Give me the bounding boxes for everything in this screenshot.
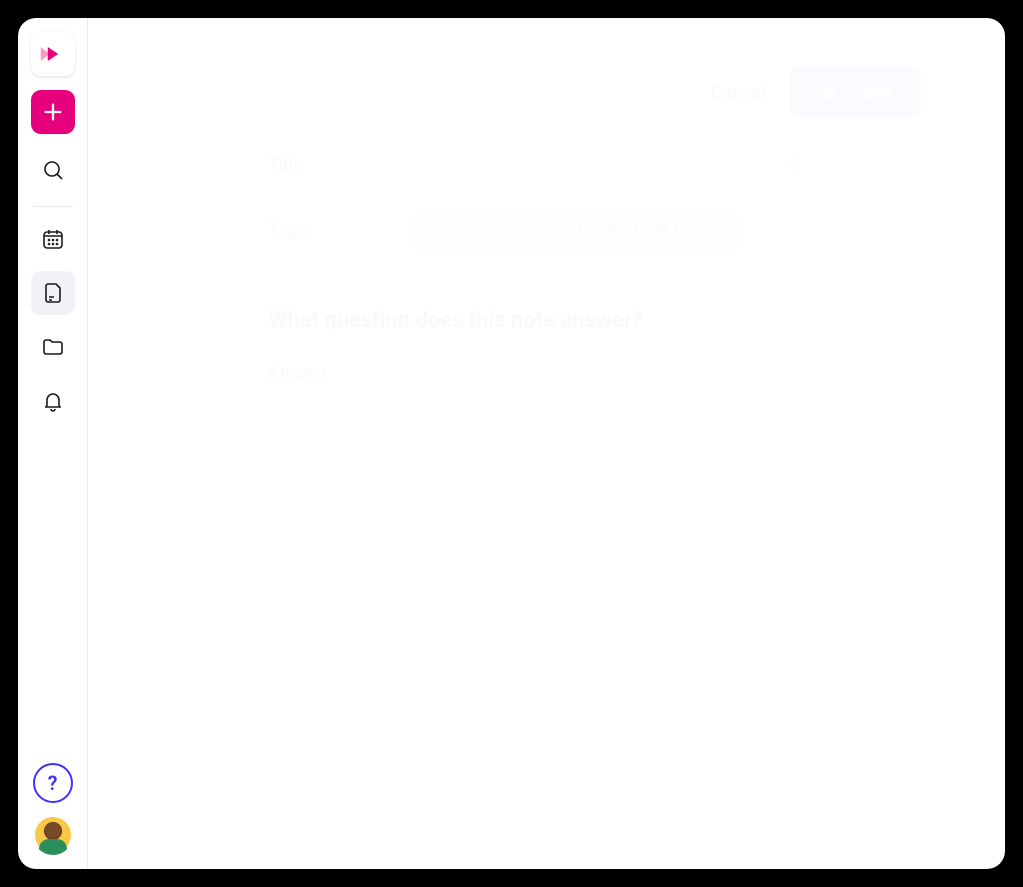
logo-icon bbox=[39, 43, 67, 65]
plus-icon bbox=[42, 101, 64, 123]
help-button[interactable]: ? bbox=[33, 763, 73, 803]
search-icon bbox=[41, 158, 65, 182]
title-row: Title # bbox=[268, 140, 945, 190]
help-label: ? bbox=[48, 771, 58, 795]
sidebar-divider bbox=[33, 206, 73, 207]
cancel-button[interactable]: Cancel bbox=[703, 76, 774, 109]
nav-calendar[interactable] bbox=[31, 217, 75, 261]
nav-notes[interactable] bbox=[31, 271, 75, 315]
app-logo[interactable] bbox=[31, 32, 75, 76]
user-avatar[interactable] bbox=[33, 815, 73, 855]
note-form: Title # Tags Crisis Communications Cheat… bbox=[268, 140, 945, 454]
tag-chip[interactable]: Crisis Communications Cheat Che × bbox=[414, 210, 740, 251]
question-title: What question does this note answer? bbox=[268, 308, 945, 333]
question-section: What question does this note answer? Ans… bbox=[268, 271, 945, 454]
calendar-icon bbox=[41, 227, 65, 251]
title-label: Title bbox=[268, 155, 398, 176]
main-content: Cancel Save Title # Tags Crisis Communic… bbox=[88, 18, 1005, 869]
nav-search[interactable] bbox=[31, 148, 75, 192]
app-frame: ? Cancel Save Title # Tags bbox=[18, 18, 1005, 869]
nav-notifications[interactable] bbox=[31, 379, 75, 423]
tag-text: Crisis Communications Cheat Che bbox=[430, 220, 705, 241]
new-button[interactable] bbox=[31, 90, 75, 134]
header-actions: Cancel Save bbox=[703, 66, 921, 118]
nav-folder[interactable] bbox=[31, 325, 75, 369]
bell-icon bbox=[41, 389, 65, 413]
save-button[interactable]: Save bbox=[790, 66, 921, 118]
hash-button[interactable]: # bbox=[770, 140, 820, 190]
save-icon bbox=[818, 81, 840, 103]
folder-icon bbox=[41, 335, 65, 359]
answer-input[interactable] bbox=[268, 394, 945, 454]
title-input[interactable] bbox=[414, 140, 754, 190]
save-label: Save bbox=[850, 80, 893, 104]
note-icon bbox=[41, 281, 65, 305]
answer-label: Answer bbox=[268, 363, 945, 384]
sidebar: ? bbox=[18, 18, 88, 869]
tags-label: Tags bbox=[268, 220, 398, 241]
tags-row: Tags Crisis Communications Cheat Che × bbox=[268, 210, 945, 251]
sidebar-bottom: ? bbox=[18, 763, 87, 855]
tag-remove-icon[interactable]: × bbox=[715, 220, 725, 241]
